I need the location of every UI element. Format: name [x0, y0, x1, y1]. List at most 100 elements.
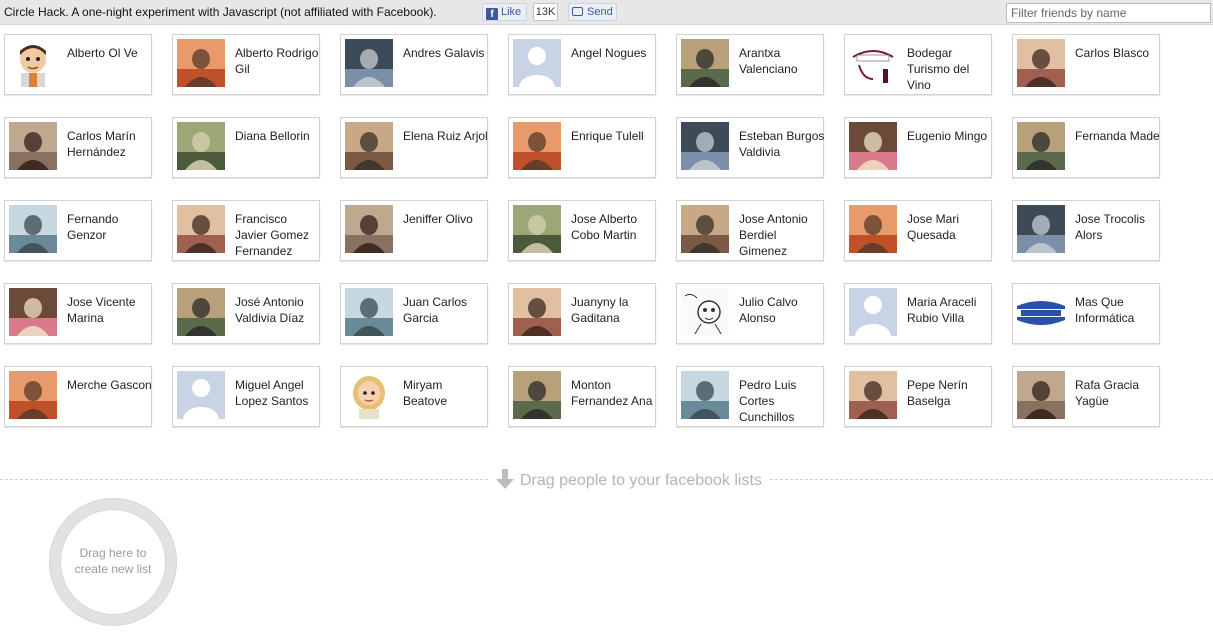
friend-name: Julio Calvo Alonso: [739, 295, 798, 325]
friend-card[interactable]: Angel Nogues: [508, 34, 656, 95]
friend-card[interactable]: Alberto Rodrigo Gil: [172, 34, 320, 95]
profile-photo: [9, 288, 57, 336]
friend-card[interactable]: Arantxa Valenciano: [676, 34, 824, 95]
friend-card[interactable]: Carlos Marín Hernández: [4, 117, 152, 178]
send-bubble-icon: [572, 7, 583, 16]
friend-card[interactable]: Enrique Tulell: [508, 117, 656, 178]
profile-photo: [681, 122, 729, 170]
friend-name: Maria Araceli Rubio Villa: [907, 295, 977, 325]
profile-photo: [345, 122, 393, 170]
friend-card[interactable]: Monton Fernandez Ana: [508, 366, 656, 427]
logo-image: [849, 39, 897, 87]
friend-card[interactable]: Jose Vicente Marina: [4, 283, 152, 344]
friend-name: Miryam Beatove: [403, 378, 448, 408]
facebook-like-button[interactable]: f Like: [482, 3, 527, 21]
friend-card[interactable]: Jose Antonio Berdiel Gimenez: [676, 200, 824, 261]
friend-card[interactable]: Mas Que Informática: [1012, 283, 1160, 344]
profile-photo: [1017, 39, 1065, 87]
sketch-drawing-icon: [681, 288, 729, 336]
profile-photo: [177, 39, 225, 87]
friend-card[interactable]: Fernando Genzor: [4, 200, 152, 261]
profile-photo: [513, 288, 561, 336]
friend-card[interactable]: Carlos Blasco: [1012, 34, 1160, 95]
friend-name: Pedro Luis Cortes Cunchillos: [739, 378, 797, 424]
profile-photo: [513, 122, 561, 170]
friend-card[interactable]: Pedro Luis Cortes Cunchillos: [676, 366, 824, 427]
friend-name: Juan Carlos Garcia: [403, 295, 468, 325]
profile-photo: [1017, 371, 1065, 419]
profile-photo: [177, 288, 225, 336]
friend-name: Rafa Gracia Yagüe: [1075, 378, 1140, 408]
friend-card[interactable]: Eugenio Mingo: [844, 117, 992, 178]
profile-photo: [849, 371, 897, 419]
profile-photo: [1017, 122, 1065, 170]
profile-photo: [849, 122, 897, 170]
new-list-text-line2: create new list: [74, 562, 152, 576]
cartoon-man-icon: [9, 39, 57, 87]
default-avatar-icon: [513, 39, 561, 87]
friend-card[interactable]: Jose Alberto Cobo Martin: [508, 200, 656, 261]
friend-card[interactable]: Miryam Beatove: [340, 366, 488, 427]
friend-card[interactable]: Francisco Javier Gomez Fernandez: [172, 200, 320, 261]
friend-card[interactable]: Elena Ruiz Arjol: [340, 117, 488, 178]
friend-name: Carlos Marín Hernández: [67, 129, 136, 159]
friend-name: Arantxa Valenciano: [739, 46, 798, 76]
default-avatar-icon: [849, 288, 897, 336]
profile-photo: [177, 122, 225, 170]
friend-card[interactable]: Juan Carlos Garcia: [340, 283, 488, 344]
friend-name: Fernanda Made: [1075, 129, 1160, 143]
friend-card[interactable]: José Antonio Valdivia Díaz: [172, 283, 320, 344]
like-count: 13K: [533, 3, 558, 21]
profile-photo: [177, 205, 225, 253]
intro-text: Circle Hack. A one-night experiment with…: [4, 5, 437, 19]
profile-photo: [9, 205, 57, 253]
dropzone-label: Drag people to your facebook lists: [488, 469, 770, 491]
friend-name: Elena Ruiz Arjol: [403, 129, 488, 143]
friend-card[interactable]: Jose Mari Quesada: [844, 200, 992, 261]
profile-photo: [9, 122, 57, 170]
friend-card[interactable]: Pepe Nerín Baselga: [844, 366, 992, 427]
profile-photo: [345, 205, 393, 253]
profile-photo: [9, 371, 57, 419]
friend-card[interactable]: Jeniffer Olivo: [340, 200, 488, 261]
friend-card[interactable]: Andres Galavis: [340, 34, 488, 95]
friend-card[interactable]: Diana Bellorin: [172, 117, 320, 178]
friend-card[interactable]: Alberto Ol Ve: [4, 34, 152, 95]
friend-card[interactable]: Juanyny la Gaditana: [508, 283, 656, 344]
friend-name: Mas Que Informática: [1075, 295, 1135, 325]
facebook-send-button[interactable]: Send: [568, 3, 617, 21]
friend-card[interactable]: Fernanda Made: [1012, 117, 1160, 178]
profile-photo: [513, 371, 561, 419]
friend-name: Francisco Javier Gomez Fernandez: [235, 212, 310, 258]
friend-name: José Antonio Valdivia Díaz: [235, 295, 305, 325]
friend-card[interactable]: Julio Calvo Alonso: [676, 283, 824, 344]
friend-name: Jose Mari Quesada: [907, 212, 960, 242]
friend-card[interactable]: Jose Trocolis Alors: [1012, 200, 1160, 261]
friend-name: Juanyny la Gaditana: [571, 295, 629, 325]
friend-name: Merche Gascon: [67, 378, 152, 392]
profile-photo: [1017, 205, 1065, 253]
profile-photo: [681, 371, 729, 419]
profile-photo: [513, 205, 561, 253]
facebook-icon: f: [486, 8, 498, 20]
new-list-dropzone[interactable]: Drag here to create new list: [50, 499, 176, 625]
send-label: Send: [587, 6, 613, 18]
friend-name: Jose Antonio Berdiel Gimenez: [739, 212, 808, 258]
friend-card[interactable]: Miguel Angel Lopez Santos: [172, 366, 320, 427]
profile-photo: [681, 39, 729, 87]
friend-name: Jeniffer Olivo: [403, 212, 473, 226]
friend-card[interactable]: Esteban Burgos Valdivia: [676, 117, 824, 178]
friend-name: Jose Vicente Marina: [67, 295, 136, 325]
logo-image: [1017, 288, 1065, 336]
friend-name: Alberto Ol Ve: [67, 46, 138, 60]
friend-card[interactable]: Rafa Gracia Yagüe: [1012, 366, 1160, 427]
friend-card[interactable]: Maria Araceli Rubio Villa: [844, 283, 992, 344]
top-bar: Circle Hack. A one-night experiment with…: [0, 0, 1213, 25]
friend-card[interactable]: Merche Gascon: [4, 366, 152, 427]
friend-name: Jose Alberto Cobo Martin: [571, 212, 638, 242]
filter-friends-input[interactable]: [1006, 3, 1211, 23]
friend-card[interactable]: Bodegar Turismo del Vino: [844, 34, 992, 95]
profile-photo: [345, 288, 393, 336]
arrow-down-icon: [496, 469, 514, 496]
default-avatar-icon: [177, 371, 225, 419]
